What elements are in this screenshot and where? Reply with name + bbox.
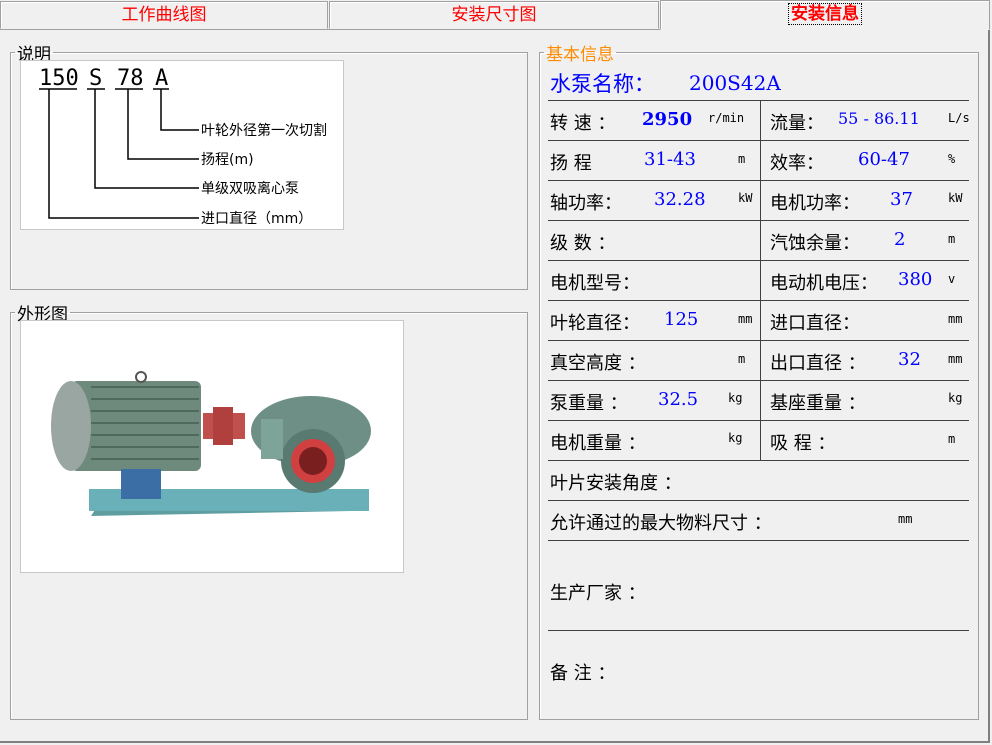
stages-label: 级 数 ： [550,233,616,254]
motor-power-label: 电机功率： [770,193,860,214]
basic-info-legend: 基本信息 [546,45,614,65]
impeller-unit: mm [738,312,753,326]
head-unit: m [738,152,746,166]
flow-label: 流量： [770,113,824,134]
inlet-unit: mm [948,312,963,326]
tab-install-info-label: 安装信息 [788,3,862,25]
tab-work-curve[interactable]: 工作曲线图 [0,1,328,29]
model-part-78: 78 [117,66,144,91]
base-weight-label: 基座重量 ： [770,393,866,414]
npsh-value: 2 [894,229,906,250]
row-rule [548,630,969,631]
row-rule [548,220,969,221]
motor-weight-label: 电机重量 ： [550,433,646,454]
flow-value: 55 - 86.11 [838,109,920,128]
pump-weight-label: 泵重量 ： [550,393,628,414]
flow-unit: L/s [948,111,970,125]
shaft-power-label: 轴功率： [550,193,622,214]
row-rule [548,500,969,501]
shaft-power-value: 32.28 [654,189,706,210]
tab-install-dimensions[interactable]: 安装尺寸图 [329,1,659,29]
speed-label: 转 速 ： [550,113,616,134]
manufacturer-label: 生产厂家 ： [550,583,646,604]
max-particle-label: 允许通过的最大物料尺寸 ： [550,513,772,534]
efficiency-value: 60-47 [858,149,910,170]
row-rule [548,540,969,541]
row-rule [548,180,969,181]
speed-value: 2950 [642,109,693,130]
efficiency-unit: % [948,152,956,166]
voltage-value: 380 [898,269,933,290]
note-pump-type: 单级双吸离心泵 [201,180,299,197]
row-rule [548,300,969,301]
voltage-unit: v [948,272,956,286]
pump-name-value: 200S42A [689,71,781,95]
model-part-s: S [89,66,102,91]
outlet-value: 32 [898,349,921,370]
head-value: 31-43 [644,149,696,170]
motor-weight-unit: kg [728,431,743,445]
row-rule [548,420,969,421]
tab-install-info[interactable]: 安装信息 [660,0,990,30]
base-weight-unit: kg [948,391,963,405]
motor-power-value: 37 [890,189,913,210]
speed-unit: r/min [708,111,745,125]
row-rule [548,380,969,381]
outlet-unit: mm [948,352,963,366]
model-code-diagram: 150 S 78 A 叶轮外径第一次切割 扬程(m) 单级双吸离心泵 进口直径（… [20,60,344,230]
head-label: 扬 程 [550,153,592,174]
impeller-label: 叶轮直径： [550,313,640,334]
vacuum-unit: m [738,352,746,366]
efficiency-label: 效率： [770,153,824,174]
suction-unit: m [948,432,956,446]
remarks-label: 备 注 ： [550,663,616,684]
row-rule [548,100,969,101]
pump-photo [20,320,404,573]
pump-photo-svg [51,371,371,516]
row-rule [548,460,969,461]
npsh-label: 汽蚀余量： [770,233,860,254]
outlet-label: 出口直径 ： [770,353,866,374]
note-impeller-cut: 叶轮外径第一次切割 [201,122,327,139]
npsh-unit: m [948,232,956,246]
tab-bar: 工作曲线图 安装尺寸图 安装信息 [0,0,992,30]
impeller-value: 125 [664,309,699,330]
model-part-150: 150 [39,66,79,91]
row-rule [548,340,969,341]
row-rule [548,260,969,261]
shaft-power-unit: kW [738,191,753,205]
pump-weight-value: 32.5 [658,389,699,410]
model-part-a: A [155,66,168,91]
pump-weight-unit: kg [728,391,743,405]
column-rule [760,100,761,460]
row-rule [548,140,969,141]
voltage-label: 电动机电压： [770,273,878,294]
suction-label: 吸 程 ： [770,433,836,454]
note-inlet-diameter: 进口直径（mm） [201,210,312,227]
model-code-svg: 150 S 78 A 叶轮外径第一次切割 扬程(m) 单级双吸离心泵 进口直径（… [39,66,327,227]
motor-power-unit: kW [948,191,963,205]
inlet-label: 进口直径： [770,313,860,334]
note-head: 扬程(m) [201,152,254,168]
max-particle-unit: mm [898,512,913,526]
blade-angle-label: 叶片安装角度 ： [550,473,682,494]
vacuum-label: 真空高度 ： [550,353,646,374]
motor-model-label: 电机型号： [550,273,640,294]
pump-name-label: 水泵名称： [550,72,655,96]
